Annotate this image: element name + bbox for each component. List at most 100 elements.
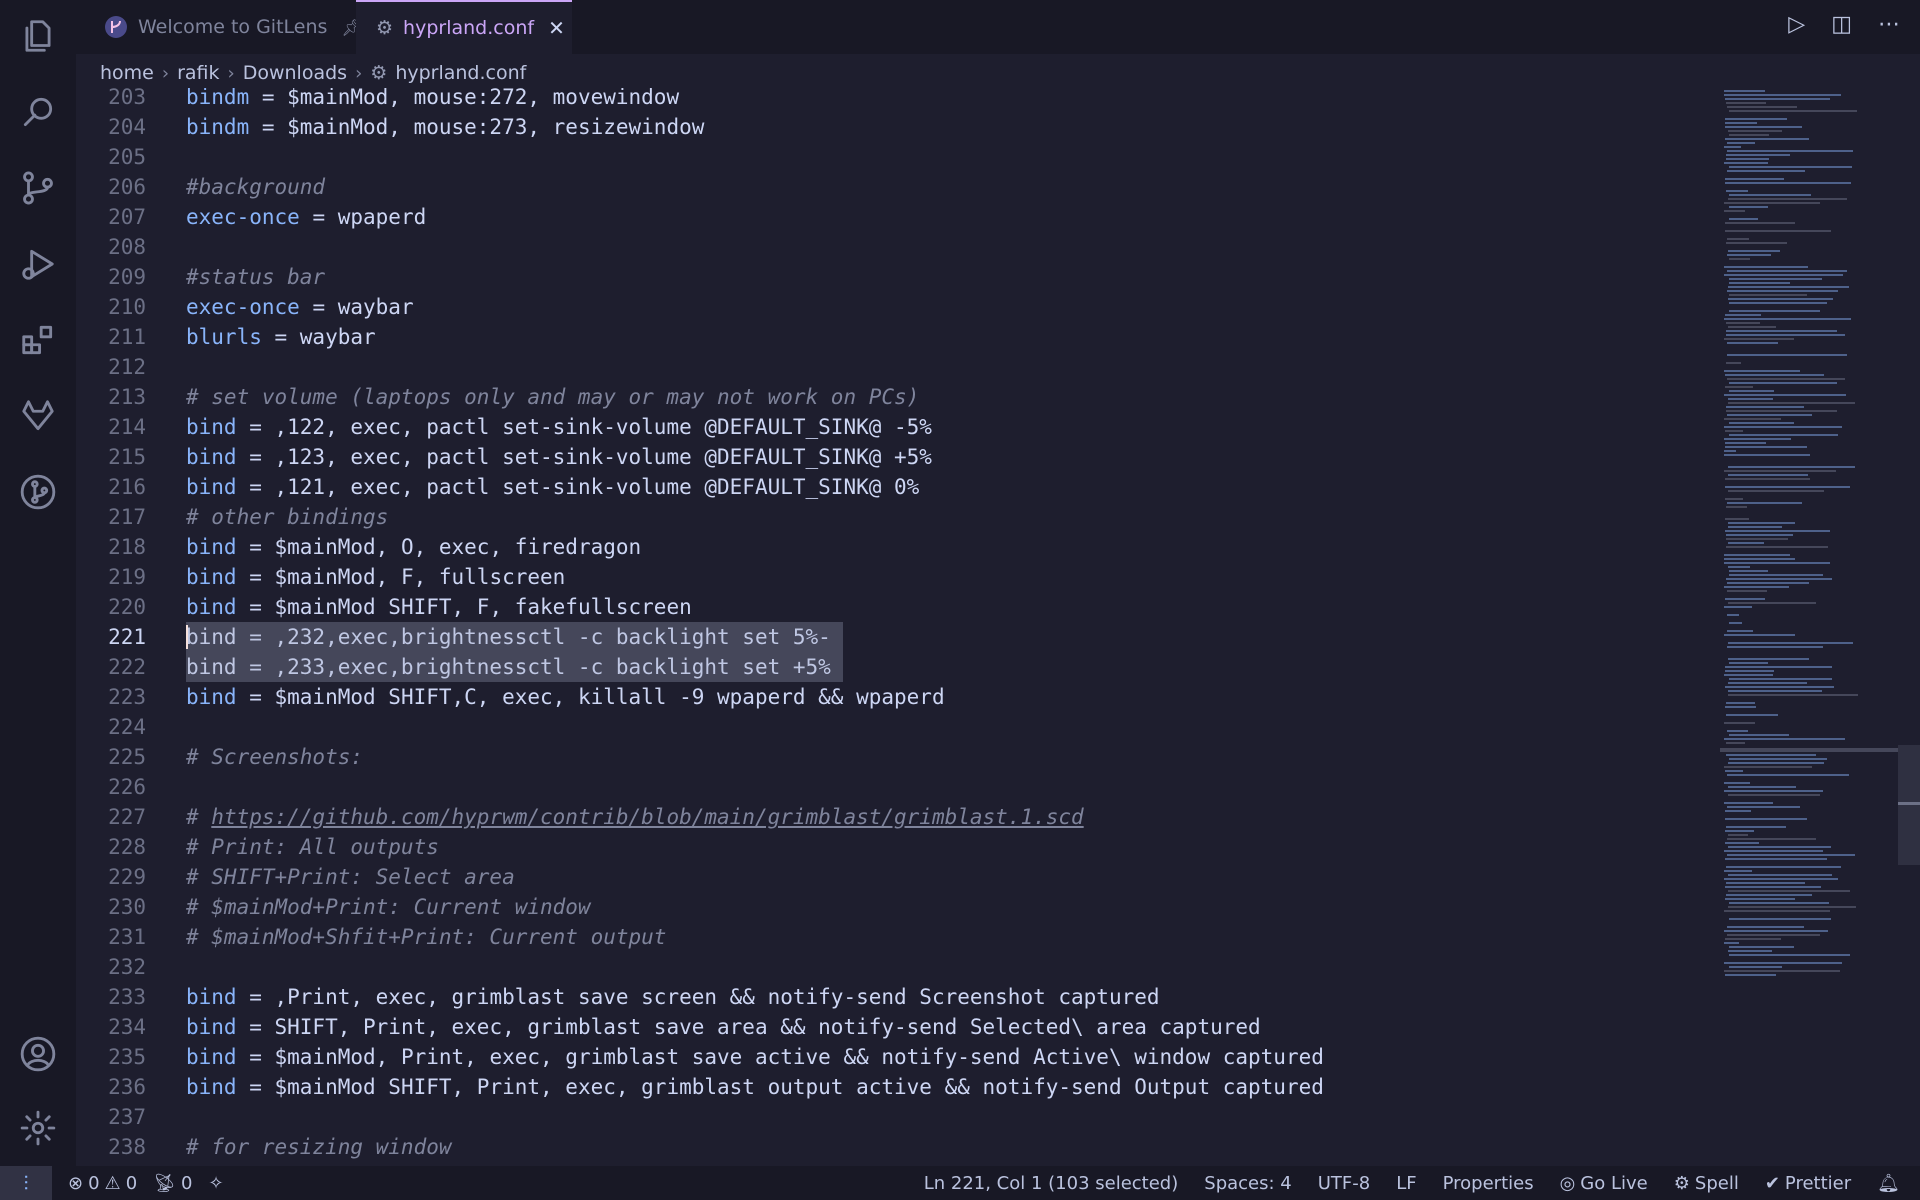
code-line[interactable]: 211 blurls = waybar	[76, 322, 1716, 352]
code-text: bind = SHIFT, Print, exec, grimblast sav…	[186, 1012, 1261, 1042]
keyword-token: bindm	[186, 115, 250, 139]
cursor-position[interactable]: Ln 221, Col 1 (103 selected)	[924, 1173, 1179, 1194]
text-cursor	[186, 625, 188, 649]
text-token: = ,123, exec, pactl set-sink-volume @DEF…	[236, 445, 932, 469]
go-live-button[interactable]: ◎ Go Live	[1560, 1173, 1648, 1194]
code-line[interactable]: 226	[76, 772, 1716, 802]
minimap-line	[1724, 674, 1773, 676]
run-debug-icon[interactable]	[18, 244, 58, 284]
breadcrumb-item[interactable]: rafik	[177, 62, 219, 84]
code-line[interactable]: 233 bind = ,Print, exec, grimblast save s…	[76, 982, 1716, 1012]
close-icon[interactable]: ✕	[548, 16, 565, 40]
code-line[interactable]: 222 bind = ,233,exec,brightnessctl -c bac…	[76, 652, 1716, 682]
minimap[interactable]	[1720, 88, 1900, 988]
settings-gear-icon[interactable]	[18, 1108, 58, 1148]
line-number: 203	[108, 88, 146, 109]
remote-indicator-icon[interactable]: ⫶	[0, 1166, 52, 1200]
code-line[interactable]: 213 # set volume (laptops only and may or…	[76, 382, 1716, 412]
line-number: 217	[108, 505, 146, 529]
explorer-icon[interactable]	[18, 16, 58, 56]
code-line[interactable]: 209 #status bar	[76, 262, 1716, 292]
code-line[interactable]: 219 bind = $mainMod, F, fullscreen	[76, 562, 1716, 592]
account-icon[interactable]	[18, 1034, 58, 1074]
split-editor-icon[interactable]: ◫	[1831, 12, 1852, 37]
minimap-line	[1728, 298, 1833, 300]
feedback-icon[interactable]: ✧	[208, 1173, 223, 1194]
indentation[interactable]: Spaces: 4	[1204, 1173, 1291, 1194]
minimap-line	[1729, 294, 1807, 296]
source-control-icon[interactable]	[18, 168, 58, 208]
prettier-button[interactable]: ✔ Prettier	[1765, 1173, 1851, 1194]
minimap-line	[1726, 190, 1748, 192]
code-line[interactable]: 230 # $mainMod+Print: Current window	[76, 892, 1716, 922]
code-line[interactable]: 206 #background	[76, 172, 1716, 202]
breadcrumb-item[interactable]: hyprland.conf	[395, 62, 526, 84]
code-line[interactable]: 207 exec-once = wpaperd	[76, 202, 1716, 232]
code-line[interactable]: 227 # https://github.com/hyprwm/contrib/b…	[76, 802, 1716, 832]
keyword-token: bind	[186, 1075, 237, 1099]
keyword-token: bind	[186, 595, 237, 619]
code-line[interactable]: 228 # Print: All outputs	[76, 832, 1716, 862]
tab-label: hyprland.conf	[403, 17, 535, 39]
encoding[interactable]: UTF-8	[1318, 1173, 1370, 1194]
minimap-line	[1729, 758, 1827, 760]
search-icon[interactable]	[18, 92, 58, 132]
spell-button[interactable]: ⚙ Spell	[1674, 1173, 1739, 1194]
minimap-line	[1727, 590, 1767, 592]
code-line[interactable]: 229 # SHIFT+Print: Select area	[76, 862, 1716, 892]
minimap-line	[1724, 930, 1828, 932]
code-line[interactable]: 218 bind = $mainMod, O, exec, firedragon	[76, 532, 1716, 562]
code-line[interactable]: 215 bind = ,123, exec, pactl set-sink-vol…	[76, 442, 1716, 472]
minimap-line	[1728, 846, 1831, 848]
code-line[interactable]: 237	[76, 1102, 1716, 1132]
ports-indicator[interactable]: 📡︎ 0	[153, 1173, 192, 1194]
code-line[interactable]: 225 # Screenshots:	[76, 742, 1716, 772]
code-line[interactable]: 203 bindm = $mainMod, mouse:272, movewind…	[76, 88, 1716, 112]
language-mode[interactable]: Properties	[1443, 1173, 1534, 1194]
extensions-icon[interactable]	[18, 320, 58, 360]
code-line[interactable]: 235 bind = $mainMod, Print, exec, grimbla…	[76, 1042, 1716, 1072]
code-line[interactable]: 234 bind = SHIFT, Print, exec, grimblast …	[76, 1012, 1716, 1042]
code-line[interactable]: 236 bind = $mainMod SHIFT, Print, exec, g…	[76, 1072, 1716, 1102]
code-line[interactable]: 221 bind = ,232,exec,brightnessctl -c bac…	[76, 622, 1716, 652]
gitlens-icon[interactable]	[18, 472, 58, 512]
breadcrumb-item[interactable]: Downloads	[243, 62, 347, 84]
code-line[interactable]: 224	[76, 712, 1716, 742]
chevron-right-icon: ›	[161, 62, 170, 84]
more-actions-icon[interactable]: ⋯	[1878, 12, 1900, 37]
notifications-bell-icon[interactable]: 🔔︎	[1877, 1173, 1900, 1194]
scrollbar-thumb[interactable]	[1898, 745, 1920, 865]
code-line[interactable]: 204 bindm = $mainMod, mouse:273, resizewi…	[76, 112, 1716, 142]
tab-hyprland-conf[interactable]: ⚙ hyprland.conf ✕	[356, 0, 572, 54]
minimap-line	[1726, 714, 1778, 716]
code-line[interactable]: 205	[76, 142, 1716, 172]
breadcrumb-item[interactable]: home	[100, 62, 154, 84]
code-editor[interactable]: 203 bindm = $mainMod, mouse:272, movewind…	[76, 88, 1716, 1166]
minimap-line	[1725, 830, 1754, 832]
gitlab-icon[interactable]	[18, 396, 58, 436]
line-number: 234	[108, 1015, 146, 1039]
minimap-line	[1725, 598, 1765, 600]
minimap-line	[1724, 202, 1820, 204]
code-line[interactable]: 220 bind = $mainMod SHIFT, F, fakefullscr…	[76, 592, 1716, 622]
code-line[interactable]: 223 bind = $mainMod SHIFT,C, exec, killal…	[76, 682, 1716, 712]
comment-token: #background	[186, 175, 326, 199]
code-line[interactable]: 232	[76, 952, 1716, 982]
minimap-line	[1724, 782, 1750, 784]
code-line[interactable]: 214 bind = ,122, exec, pactl set-sink-vol…	[76, 412, 1716, 442]
problems-indicator[interactable]: ⊗ 0 ⚠ 0	[68, 1173, 137, 1194]
code-line[interactable]: 210 exec-once = waybar	[76, 292, 1716, 322]
code-line[interactable]: 217 # other bindings	[76, 502, 1716, 532]
end-of-line[interactable]: LF	[1396, 1173, 1416, 1194]
minimap-viewport[interactable]	[1720, 748, 1898, 752]
code-line[interactable]: 212	[76, 352, 1716, 382]
code-line[interactable]: 238 # for resizing window	[76, 1132, 1716, 1162]
code-line[interactable]: 231 # $mainMod+Shfit+Print: Current outpu…	[76, 922, 1716, 952]
code-line[interactable]: 208	[76, 232, 1716, 262]
minimap-line	[1728, 402, 1855, 404]
code-text: # set volume (laptops only and may or ma…	[186, 382, 919, 412]
comment-token: #status bar	[186, 265, 326, 289]
run-icon[interactable]: ▷	[1788, 12, 1805, 37]
code-line[interactable]: 216 bind = ,121, exec, pactl set-sink-vol…	[76, 472, 1716, 502]
keyword-token: bind	[186, 475, 237, 499]
